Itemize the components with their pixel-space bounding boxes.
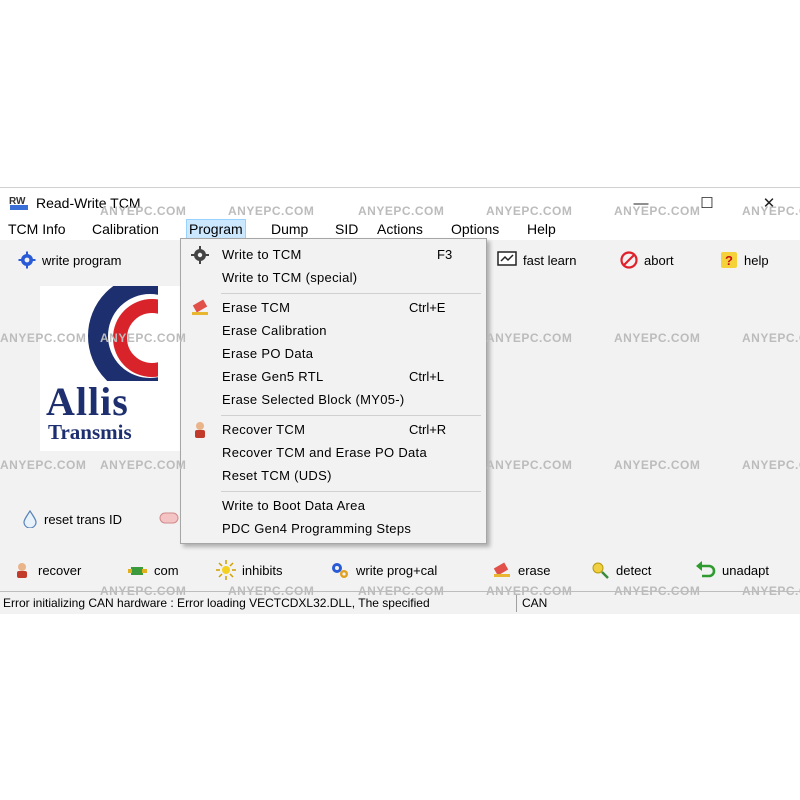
- title-bar[interactable]: RW Read-Write TCM — ☐ ✕: [0, 188, 800, 218]
- detect-label: detect: [616, 562, 652, 578]
- write-prog-cal-button[interactable]: write prog+cal: [330, 560, 437, 580]
- eraser-icon: [159, 512, 179, 524]
- menu-item-write-to-tcm-special[interactable]: Write to TCM (special): [181, 268, 486, 288]
- com-button[interactable]: com: [128, 560, 179, 580]
- menu-item-erase-calibration[interactable]: Erase Calibration: [181, 321, 486, 341]
- write-program-button[interactable]: write program: [18, 251, 121, 269]
- undo-arrow-icon: [696, 561, 716, 578]
- fast-learn-button[interactable]: fast learn: [497, 251, 576, 269]
- gear-icon: [18, 251, 36, 269]
- program-menu-dropdown: Write to TCM F3 Write to TCM (special) E…: [180, 238, 487, 544]
- recover-button[interactable]: recover: [12, 560, 81, 580]
- menu-item-erase-po-data[interactable]: Erase PO Data: [181, 344, 486, 364]
- gears-icon: [332, 563, 348, 578]
- menu-item-reset-tcm-uds[interactable]: Reset TCM (UDS): [181, 466, 486, 486]
- close-button[interactable]: ✕: [746, 188, 792, 218]
- menu-item-erase-tcm[interactable]: Erase TCM Ctrl+E: [181, 298, 486, 318]
- close-icon: ✕: [762, 195, 776, 212]
- monitor-icon: [497, 251, 517, 266]
- app-icon: RW: [8, 194, 30, 212]
- maximize-button[interactable]: ☐: [684, 188, 730, 218]
- reset-trans-id-label: reset trans ID: [44, 511, 123, 527]
- menu-item-erase-gen5-rtl[interactable]: Erase Gen5 RTL Ctrl+L: [181, 367, 486, 387]
- menu-dump[interactable]: Dump: [269, 220, 310, 238]
- menu-separator: [221, 491, 481, 492]
- status-divider: [516, 594, 517, 612]
- unadapt-button[interactable]: unadapt: [696, 560, 769, 580]
- menu-help[interactable]: Help: [525, 220, 558, 238]
- menu-tcm-info[interactable]: TCM Info: [6, 220, 68, 238]
- menu-sid[interactable]: SID: [333, 220, 360, 238]
- status-message: Error initializing CAN hardware : Error …: [3, 596, 430, 610]
- menu-item-erase-selected-block[interactable]: Erase Selected Block (MY05-): [181, 390, 486, 410]
- detect-icon: [592, 562, 609, 579]
- window-title: Read-Write TCM: [36, 195, 141, 211]
- help-label: help: [744, 252, 769, 268]
- abort-icon: [620, 251, 638, 269]
- erase-button[interactable]: erase: [492, 560, 551, 580]
- gear-icon: [191, 246, 209, 264]
- menu-options[interactable]: Options: [449, 220, 501, 238]
- menu-separator: [221, 293, 481, 294]
- allison-logo: Allis Transmis: [40, 286, 190, 451]
- logo-text-line1: Allis: [46, 379, 129, 424]
- com-label: com: [154, 562, 179, 578]
- maximize-icon: ☐: [700, 195, 714, 212]
- minimize-button[interactable]: —: [618, 188, 664, 218]
- menu-item-write-to-tcm[interactable]: Write to TCM F3: [181, 245, 486, 265]
- help-button[interactable]: ? help: [720, 251, 769, 269]
- menu-separator: [221, 415, 481, 416]
- logo-mark: [88, 286, 190, 381]
- detect-button[interactable]: detect: [590, 560, 651, 580]
- erase-label: erase: [518, 562, 551, 578]
- status-can: CAN: [522, 596, 548, 610]
- minimize-icon: —: [633, 194, 649, 212]
- svg-text:?: ?: [725, 253, 733, 268]
- recover-label: recover: [38, 562, 82, 578]
- eraser-icon: [192, 299, 208, 315]
- menu-item-write-boot-data[interactable]: Write to Boot Data Area: [181, 496, 486, 516]
- unadapt-label: unadapt: [722, 562, 769, 578]
- recover-icon: [17, 563, 27, 578]
- erase-icon: [493, 562, 510, 577]
- recover-icon: [195, 422, 205, 438]
- sun-icon: [216, 560, 236, 580]
- menu-program[interactable]: Program: [186, 219, 246, 239]
- status-bar: Error initializing CAN hardware : Error …: [0, 591, 800, 614]
- menu-bar: TCM Info Calibration Program Dump SID Ac…: [0, 218, 800, 240]
- menu-item-recover-tcm[interactable]: Recover TCM Ctrl+R: [181, 420, 486, 440]
- abort-button[interactable]: abort: [620, 251, 674, 269]
- reset-trans-id-button[interactable]: reset trans ID: [22, 510, 122, 528]
- write-prog-cal-label: write prog+cal: [356, 562, 438, 578]
- plug-icon: [128, 567, 147, 575]
- logo-text-line2: Transmis: [48, 420, 132, 444]
- write-program-label: write program: [42, 252, 122, 268]
- menu-item-pdc-gen4-steps[interactable]: PDC Gen4 Programming Steps: [181, 519, 486, 539]
- menu-actions[interactable]: Actions: [375, 220, 425, 238]
- inhibits-label: inhibits: [242, 562, 283, 578]
- abort-label: abort: [644, 252, 674, 268]
- menu-calibration[interactable]: Calibration: [90, 220, 161, 238]
- menu-item-recover-tcm-erase-po[interactable]: Recover TCM and Erase PO Data: [181, 443, 486, 463]
- drop-icon: [23, 510, 37, 528]
- fast-learn-label: fast learn: [523, 252, 577, 268]
- question-icon: ?: [721, 252, 737, 268]
- inhibits-button[interactable]: inhibits: [216, 560, 282, 580]
